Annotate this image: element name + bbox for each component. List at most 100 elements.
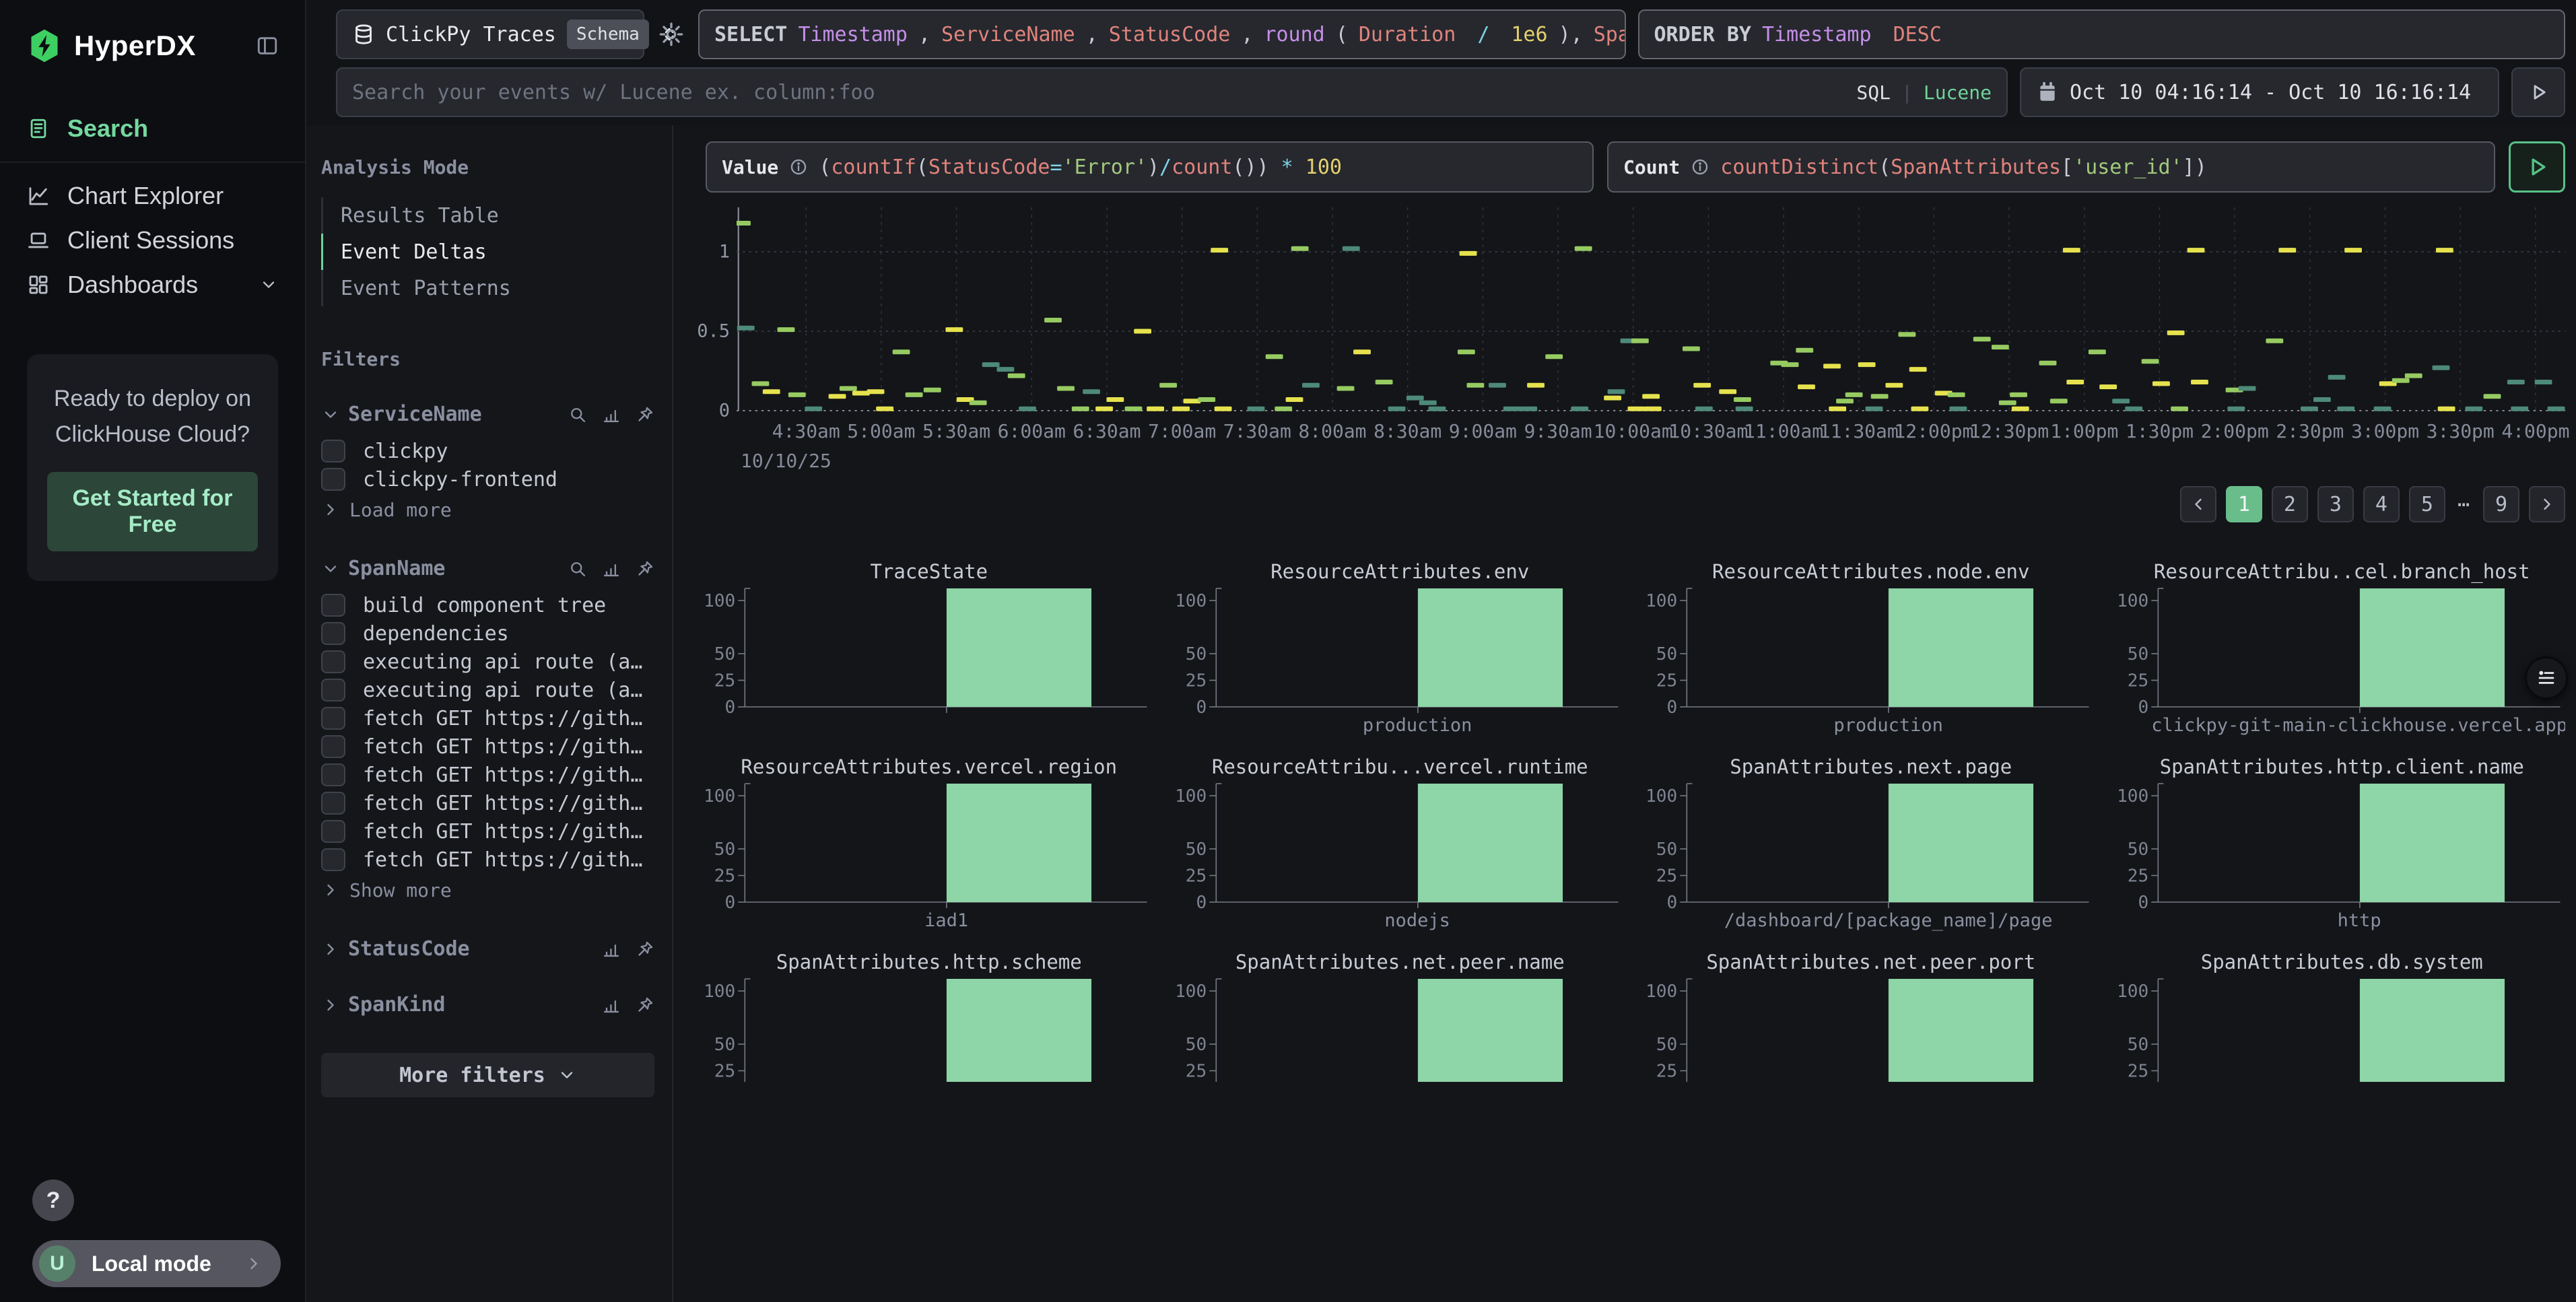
search-icon[interactable] [568, 559, 587, 578]
pin-icon[interactable] [636, 940, 654, 959]
gear-icon [658, 21, 685, 48]
run-aggregation-button[interactable] [2509, 141, 2565, 193]
pagination: 12345⋯9 [706, 486, 2565, 522]
filter-option[interactable]: dependencies [321, 619, 654, 648]
user-menu[interactable]: U Local mode [32, 1240, 281, 1287]
checkbox[interactable] [321, 735, 345, 758]
filter-option[interactable]: executing api route (app)… [321, 676, 654, 704]
code-token: SpanAttributes [1891, 156, 2061, 179]
pagination-page-9[interactable]: 9 [2483, 486, 2519, 522]
svg-text:0: 0 [1667, 893, 1678, 910]
attribute-chart-title: ResourceAttribu...vercel.runtime [1177, 755, 1624, 782]
filter-section-statuscode[interactable]: StatusCode [321, 937, 654, 961]
svg-text:100: 100 [1177, 786, 1207, 807]
count-expression-input[interactable]: Count countDistinct(SpanAttributes['user… [1607, 141, 2495, 193]
source-settings-button[interactable] [656, 9, 686, 59]
analysis-mode-results-table[interactable]: Results Table [321, 197, 654, 234]
checkbox[interactable] [321, 707, 345, 730]
help-button[interactable]: ? [32, 1179, 74, 1221]
filter-option[interactable]: executing api route (app)… [321, 648, 654, 676]
bars-icon[interactable] [602, 405, 621, 424]
value-expression-code: (countIf(StatusCode='Error')/count()) * … [819, 156, 1342, 179]
orderby-expression-input[interactable]: ORDER BY Timestamp DESC [1638, 9, 2566, 59]
checkbox[interactable] [321, 594, 345, 617]
analysis-mode-event-patterns[interactable]: Event Patterns [321, 270, 654, 306]
pagination-page-1[interactable]: 1 [2226, 486, 2262, 522]
bar-category-label: production [1363, 715, 1472, 736]
info-icon [1691, 158, 1709, 176]
more-filters-button[interactable]: More filters [321, 1053, 654, 1097]
bars-icon[interactable] [602, 940, 621, 959]
search-input[interactable] [352, 81, 1845, 104]
pin-icon[interactable] [636, 559, 654, 578]
filter-option[interactable]: fetch GET https://github.… [321, 817, 654, 846]
filter-option[interactable]: fetch GET https://github.… [321, 846, 654, 874]
filter-show-more[interactable]: Show more [321, 875, 654, 905]
checkbox[interactable] [321, 792, 345, 815]
value-expression-input[interactable]: Value (countIf(StatusCode='Error')/count… [706, 141, 1594, 193]
filter-option-label: dependencies [363, 622, 509, 646]
filter-option-label: fetch GET https://github.… [363, 792, 654, 815]
pagination-page-4[interactable]: 4 [2363, 486, 2400, 522]
chart-settings-fab[interactable] [2525, 656, 2568, 699]
svg-text:100: 100 [1177, 982, 1207, 1002]
pagination-page-3[interactable]: 3 [2317, 486, 2354, 522]
svg-text:100: 100 [706, 982, 735, 1002]
analysis-mode-event-deltas[interactable]: Event Deltas [321, 234, 654, 270]
sidebar-item-dashboards[interactable]: Dashboards [0, 263, 305, 307]
filter-option[interactable]: clickpy [321, 437, 654, 465]
filter-section-spankind[interactable]: SpanKind [321, 993, 654, 1017]
filter-option[interactable]: fetch GET https://github.… [321, 789, 654, 817]
svg-text:100: 100 [1648, 982, 1677, 1002]
bars-icon[interactable] [602, 996, 621, 1015]
attribute-charts-grid: TraceState 100 50 25 0 ResourceAttribute… [706, 560, 2565, 1082]
main-content: Value (countIf(StatusCode='Error')/count… [673, 125, 2576, 1302]
filter-option[interactable]: build component tree [321, 591, 654, 619]
sidebar-item-client-sessions[interactable]: Client Sessions [0, 218, 305, 263]
filter-section-servicename[interactable]: ServiceName [321, 403, 654, 426]
lang-lucene-button[interactable]: Lucene [1924, 81, 1992, 104]
filter-section-name: SpanName [348, 557, 446, 580]
checkbox[interactable] [321, 679, 345, 701]
pin-icon[interactable] [636, 405, 654, 424]
event-search-bar[interactable]: SQL | Lucene [336, 67, 2008, 117]
checkbox[interactable] [321, 622, 345, 645]
date-range-picker[interactable]: Oct 10 04:16:14 - Oct 10 16:16:14 [2020, 67, 2499, 117]
code-token: 100 [1306, 156, 1342, 179]
get-started-button[interactable]: Get Started for Free [47, 472, 258, 551]
sidebar-bottom: ? U Local mode [0, 1179, 305, 1302]
collapse-sidebar-icon[interactable] [252, 31, 282, 61]
filter-option[interactable]: fetch GET https://github.… [321, 704, 654, 732]
checkbox[interactable] [321, 468, 345, 491]
search-icon[interactable] [568, 405, 587, 424]
code-token: countIf [831, 156, 916, 179]
promo-line1: Ready to deploy on [47, 381, 258, 417]
lang-sql-button[interactable]: SQL [1856, 81, 1891, 104]
pagination-page-5[interactable]: 5 [2409, 486, 2445, 522]
play-icon [2523, 153, 2550, 180]
pin-icon[interactable] [636, 996, 654, 1015]
checkbox[interactable] [321, 650, 345, 673]
select-expression-input[interactable]: SELECT Timestamp, ServiceName, StatusCod… [698, 9, 1626, 59]
bars-icon[interactable] [602, 559, 621, 578]
code-token [1269, 156, 1281, 179]
data-source-select[interactable]: ClickPy Traces Schema [336, 9, 644, 59]
checkbox[interactable] [321, 820, 345, 843]
run-query-button[interactable] [2511, 67, 2565, 117]
sidebar-item-search[interactable]: Search [0, 106, 305, 151]
sidebar-item-chart-explorer[interactable]: Chart Explorer [0, 174, 305, 218]
code-token: Timestamp [1762, 23, 1872, 46]
filter-option-label: fetch GET https://github.… [363, 763, 654, 787]
checkbox[interactable] [321, 440, 345, 462]
nav-label: Dashboards [67, 271, 198, 299]
filter-option[interactable]: clickpy-frontend [321, 465, 654, 493]
filter-option[interactable]: fetch GET https://github.… [321, 761, 654, 789]
filter-section-spanname[interactable]: SpanName [321, 557, 654, 580]
pagination-prev-button[interactable] [2180, 486, 2216, 522]
pagination-next-button[interactable] [2529, 486, 2565, 522]
filter-load-more[interactable]: Load more [321, 495, 654, 524]
pagination-page-2[interactable]: 2 [2272, 486, 2308, 522]
filter-option[interactable]: fetch GET https://github.… [321, 732, 654, 761]
checkbox[interactable] [321, 848, 345, 871]
checkbox[interactable] [321, 763, 345, 786]
